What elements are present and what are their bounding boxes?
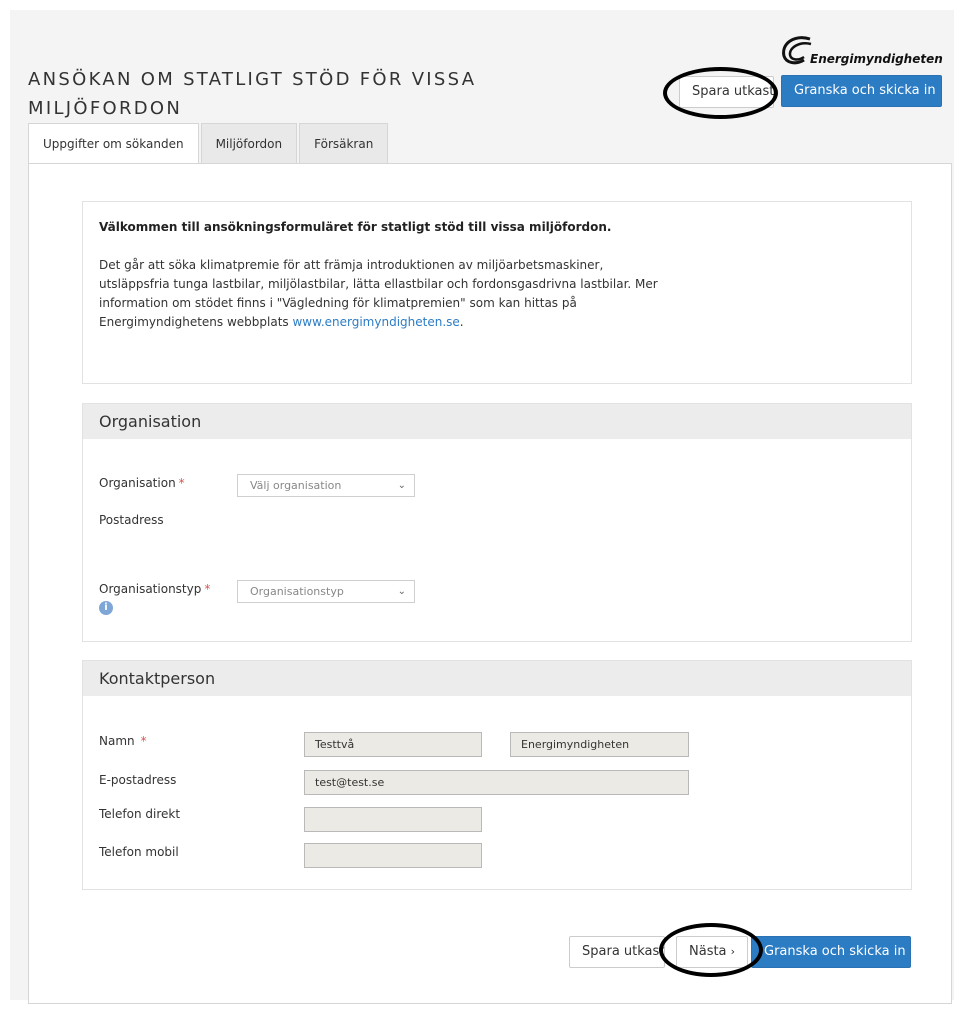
intro-box: Välkommen till ansökningsformuläret för … [82, 201, 912, 384]
organisation-type-select[interactable]: Organisationstyp ⌄ [237, 580, 415, 603]
phone-direct-label: Telefon direkt [99, 807, 181, 821]
footer-next-button[interactable]: Nästa › [676, 936, 748, 968]
organisation-select[interactable]: Välj organisation ⌄ [237, 474, 415, 497]
chevron-right-icon: › [730, 945, 736, 958]
organisation-label-text: Organisation [99, 476, 176, 490]
last-name-input[interactable]: Energimyndigheten [510, 732, 689, 757]
postal-address-label: Postadress [99, 513, 164, 527]
organisation-type-select-value: Organisationstyp [250, 585, 344, 598]
phone-mobile-label: Telefon mobil [99, 845, 179, 859]
info-icon[interactable]: i [99, 601, 113, 615]
organisation-type-label: Organisationstyp * [99, 582, 210, 596]
header-save-draft-button[interactable]: Spara utkast [679, 76, 774, 108]
required-mark: * [178, 476, 185, 490]
footer-save-draft-button[interactable]: Spara utkast [569, 936, 665, 968]
form-panel: Välkommen till ansökningsformuläret för … [28, 163, 952, 1004]
name-label-text: Namn [99, 734, 135, 748]
required-mark: * [204, 582, 211, 596]
organisation-type-label-text: Organisationstyp [99, 582, 202, 596]
organisation-section: Organisation Organisation * Välj organisa… [82, 403, 912, 642]
energimyndigheten-link[interactable]: www.energimyndigheten.se [292, 315, 459, 329]
chevron-down-icon: ⌄ [397, 480, 406, 491]
first-name-input[interactable]: Testtvå [304, 732, 482, 757]
energimyndigheten-logo: Energimyndigheten [780, 36, 943, 66]
chevron-down-icon: ⌄ [397, 586, 406, 597]
tab-bar: Uppgifter om sökanden Miljöfordon Försäk… [28, 123, 390, 164]
next-label: Nästa [689, 944, 727, 959]
intro-text: Det går att söka klimatpremie för att fr… [99, 256, 659, 332]
phone-direct-input[interactable] [304, 807, 482, 832]
header-review-submit-button[interactable]: Granska och skicka in [781, 75, 942, 107]
contact-section: Kontaktperson Namn * Testtvå Energimyndig… [82, 660, 912, 890]
email-input[interactable]: test@test.se [304, 770, 689, 795]
intro-link-suffix: . [459, 315, 464, 329]
tab-environmental-vehicles[interactable]: Miljöfordon [200, 123, 298, 163]
organisation-section-title: Organisation [83, 404, 911, 439]
intro-heading: Välkommen till ansökningsformuläret för … [99, 220, 612, 234]
organisation-select-value: Välj organisation [250, 479, 342, 492]
tab-applicant-details[interactable]: Uppgifter om sökanden [28, 123, 199, 164]
required-mark: * [140, 734, 147, 748]
email-label: E-postadress [99, 773, 177, 787]
logo-text: Energimyndigheten [810, 52, 943, 66]
page-title: ANSÖKAN OM STATLIGT STÖD FÖR VISSA MILJÖ… [28, 69, 477, 119]
footer-review-submit-button[interactable]: Granska och skicka in [751, 936, 911, 968]
page-background: Energimyndigheten ANSÖKAN OM STATLIGT ST… [10, 10, 954, 1004]
organisation-label: Organisation * [99, 476, 185, 490]
phone-mobile-input[interactable] [304, 843, 482, 868]
tab-declaration[interactable]: Försäkran [299, 123, 389, 163]
energimyndigheten-logo-icon [782, 36, 812, 65]
contact-section-title: Kontaktperson [83, 661, 911, 696]
name-label: Namn * [99, 734, 147, 748]
